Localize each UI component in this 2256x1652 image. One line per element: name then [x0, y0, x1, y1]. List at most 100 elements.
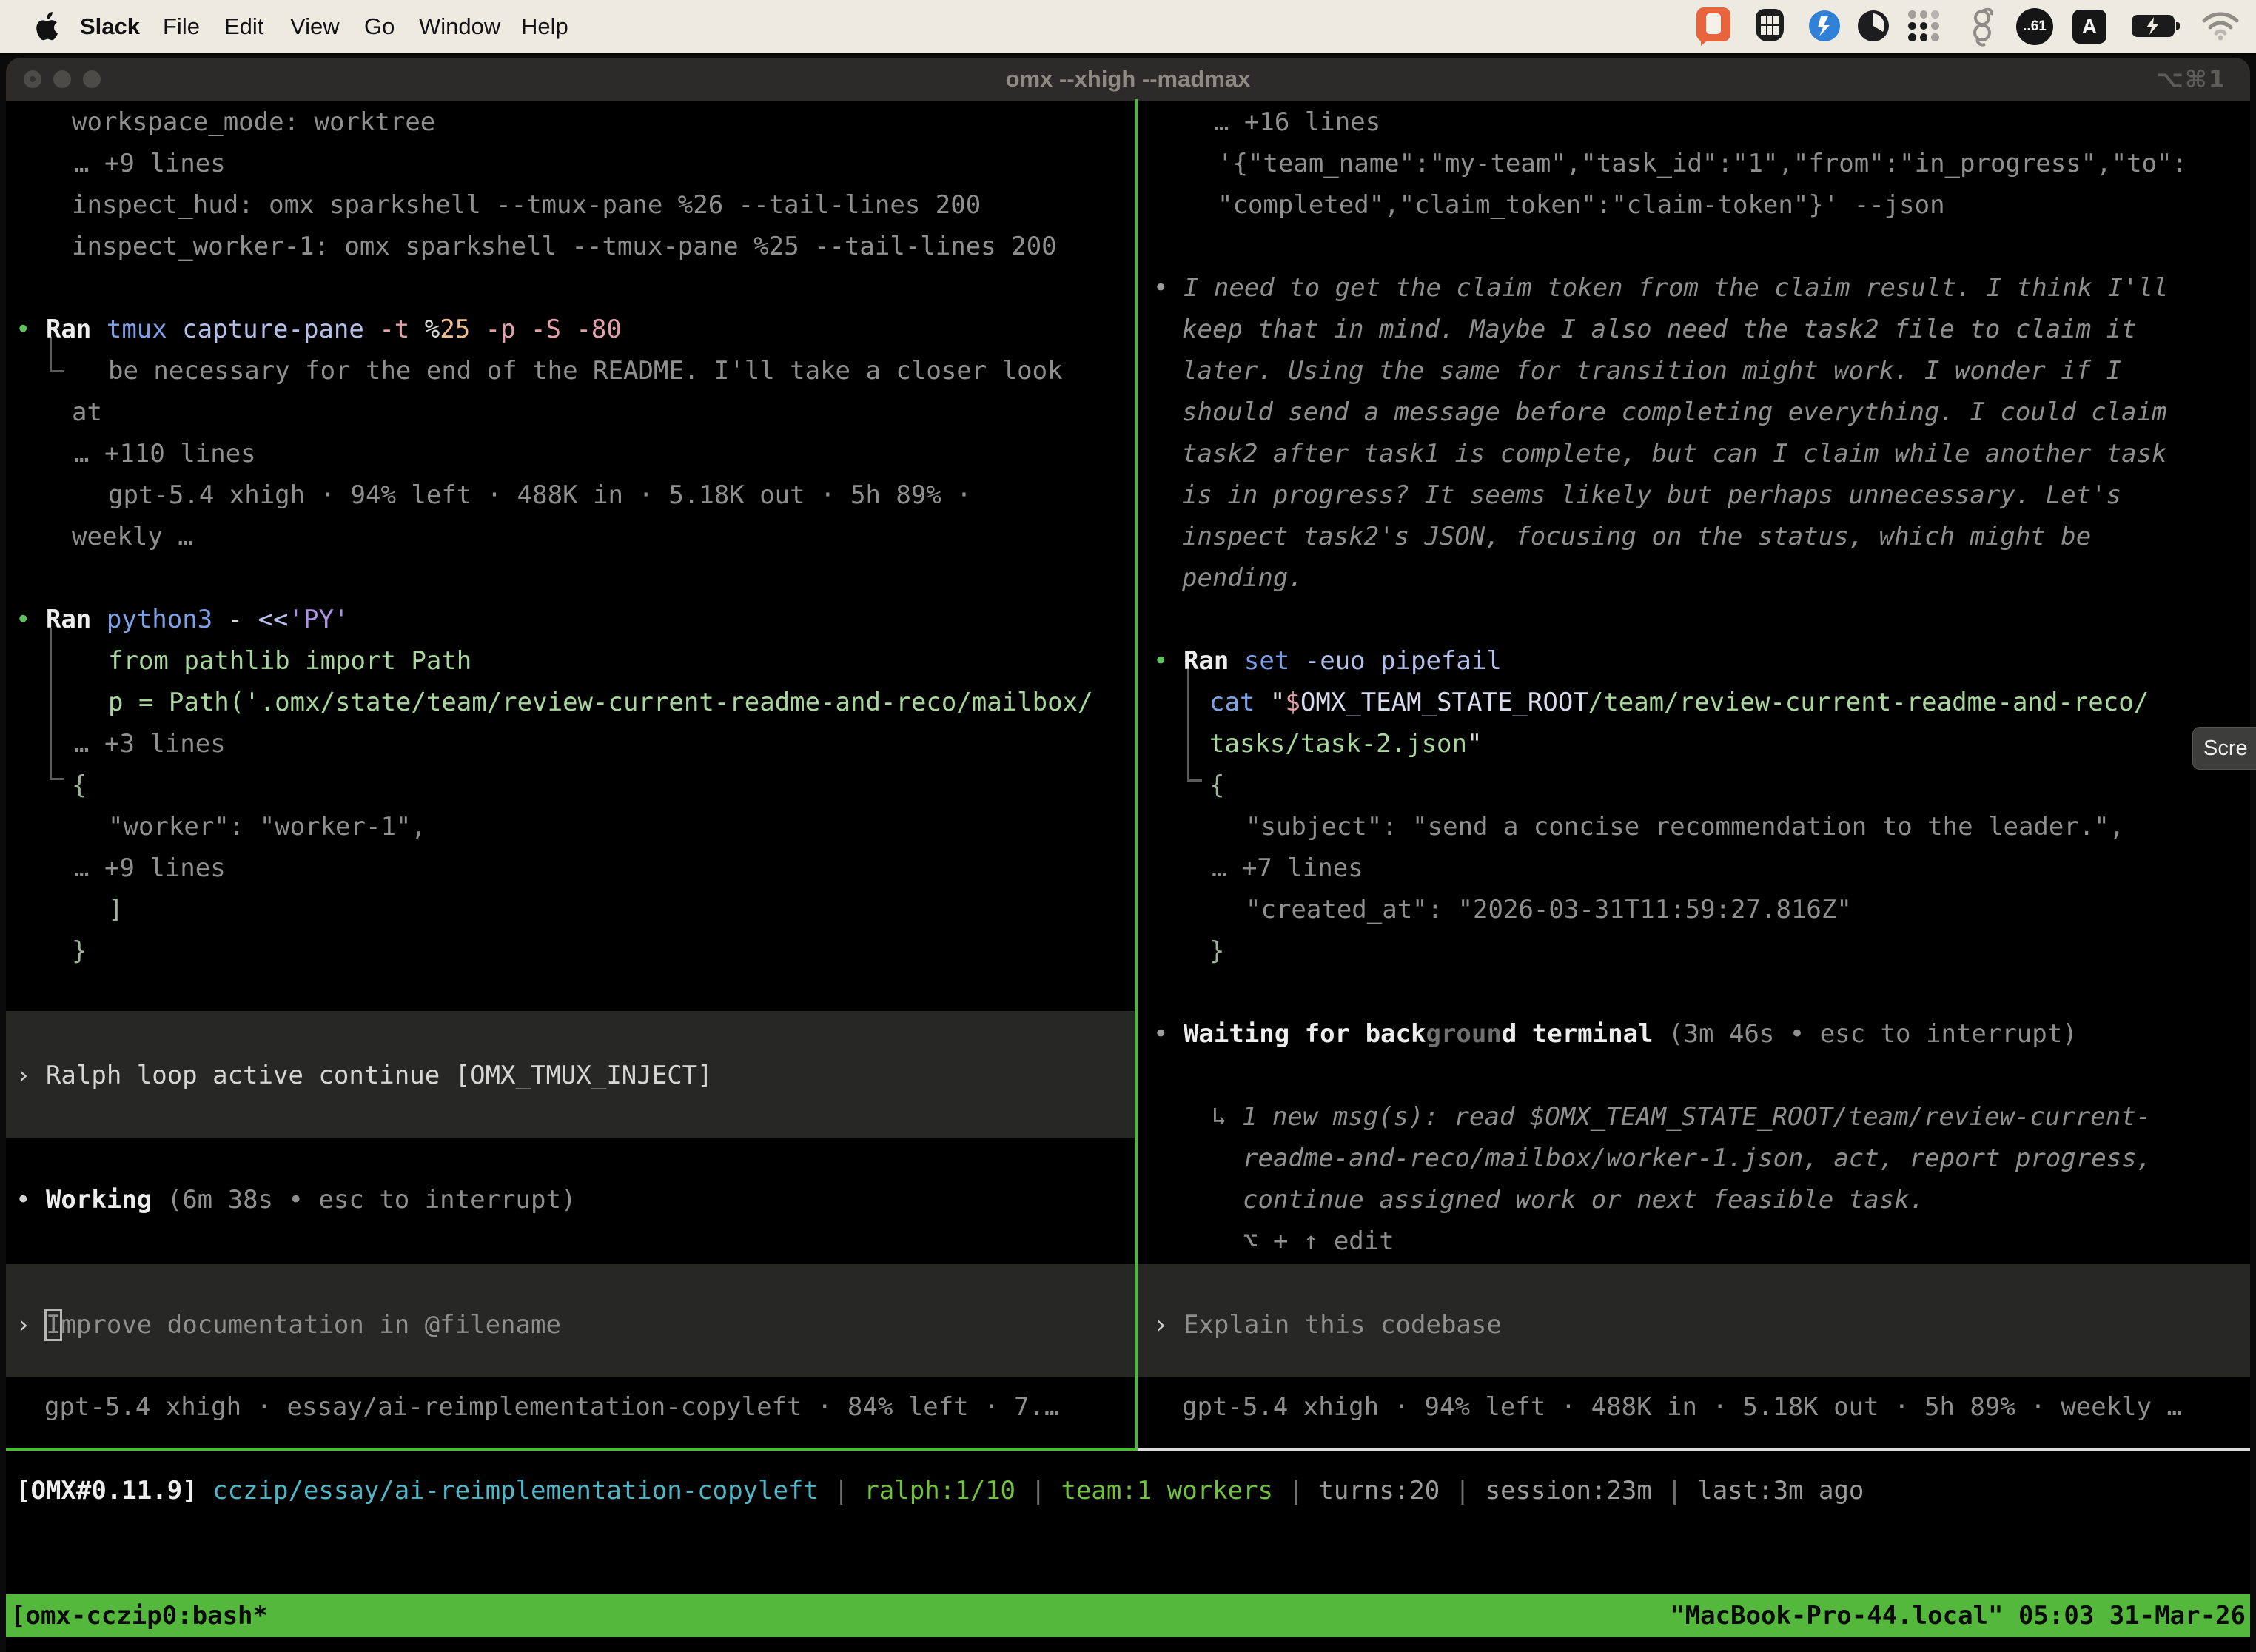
terminal-text-segment: •: [16, 315, 46, 344]
tmux-host-clock: "MacBook-Pro-44.local" 05:03 31-Mar-26: [1670, 1594, 2246, 1637]
grid-icon[interactable]: [1908, 10, 1939, 41]
terminal-text-segment: task2 after task1 is complete, but can I…: [1182, 439, 2167, 469]
terminal-line: gpt-5.4 xhigh · 94% left · 488K in · 5.1…: [108, 474, 972, 516]
terminal-text-segment: -t: [379, 315, 424, 344]
tmux-window-item[interactable]: [omx-cczip0:bash*: [10, 1594, 268, 1637]
input-source-icon[interactable]: A: [2072, 10, 2106, 44]
menu-item-view[interactable]: View: [290, 0, 340, 53]
terminal-text-segment: Explain this codebase: [1184, 1310, 1502, 1340]
terminal-text-segment: OMX_TEAM_STATE_ROOT: [1300, 688, 1588, 717]
terminal-line: }: [1209, 930, 1224, 972]
apple-menu-icon[interactable]: [34, 12, 59, 41]
terminal-line: "created_at": "2026-03-31T11:59:27.816Z": [1246, 889, 1852, 930]
screen-tooltip: Scre: [2192, 727, 2256, 770]
terminal-line: from pathlib import Path: [108, 640, 471, 682]
terminal-line: inspect_hud: omx sparkshell --tmux-pane …: [72, 184, 981, 226]
terminal-text-segment: "completed","claim_token":"claim-token"}…: [1218, 190, 1945, 220]
terminal-text-segment: … +7 lines: [1212, 853, 1363, 883]
input-source-label: A: [2072, 10, 2106, 44]
menu-item-file[interactable]: File: [163, 0, 200, 53]
terminal-line: ]: [108, 889, 123, 930]
terminal-text-segment: be necessary for the end of the README. …: [108, 356, 1063, 386]
terminal-text-segment: tmux: [107, 315, 182, 344]
terminal-line: later. Using the same for transition mig…: [1182, 350, 2121, 392]
terminal-text-segment: •: [16, 1185, 46, 1215]
terminal-text-segment: |: [1031, 1476, 1061, 1505]
terminal-line: • I need to get the claim token from the…: [1153, 267, 2169, 309]
terminal-line: p = Path('.omx/state/team/review-current…: [108, 682, 1093, 723]
terminal-text-segment: readme-and-reco/mailbox/worker-1.json, a…: [1243, 1144, 2152, 1173]
terminal-line: '{"team_name":"my-team","task_id":"1","f…: [1218, 143, 2187, 184]
terminal-text-segment: ": [1270, 688, 1285, 717]
terminal-text-segment: d terminal: [1502, 1019, 1668, 1049]
shield-icon[interactable]: [1756, 9, 1784, 41]
terminal-text-segment: tasks/task-2.json: [1209, 729, 1467, 759]
terminal-text-segment: "created_at": "2026-03-31T11:59:27.816Z": [1246, 895, 1852, 924]
terminal-text-segment: weekly …: [72, 522, 193, 551]
terminal-text-segment: I need to get the claim token from the c…: [1184, 273, 2169, 303]
terminal-text-segment: 1 new msg(s): read $OMX_TEAM_STATE_ROOT/…: [1242, 1102, 2151, 1132]
terminal-content: workspace_mode: worktree… +9 linesinspec…: [6, 58, 2250, 1652]
terminal-line: … +7 lines: [1212, 847, 1363, 889]
pie-icon[interactable]: [1855, 7, 1892, 44]
terminal-text-segment: ralph:1/10: [864, 1476, 1030, 1505]
menu-item-edit[interactable]: Edit: [224, 0, 263, 53]
terminal-text-segment: (3m 46s • esc to interrupt): [1668, 1019, 2078, 1049]
terminal-line: tasks/task-2.json": [1209, 723, 1482, 765]
terminal-text-segment: Ran: [1184, 646, 1244, 676]
terminal-text-segment: groun: [1426, 1019, 1501, 1049]
badge-61-icon[interactable]: ..61: [2016, 8, 2053, 45]
terminal-text-segment: •: [1153, 273, 1184, 303]
seal-icon[interactable]: [1806, 7, 1843, 44]
terminal-line: at: [72, 392, 102, 433]
terminal-text-segment: last:3m ago: [1697, 1476, 1864, 1505]
pane-border[interactable]: [6, 1448, 1135, 1451]
terminal-text-segment: later. Using the same for transition mig…: [1182, 356, 2121, 386]
menu-item-slack[interactable]: Slack: [80, 0, 140, 53]
terminal-text-segment: workspace_mode: worktree: [72, 107, 435, 137]
terminal-line: • Ran tmux capture-pane -t %25 -p -S -80: [16, 309, 622, 350]
terminal-line: should send a message before completing …: [1182, 392, 2167, 433]
squiggle-icon[interactable]: [1967, 6, 1997, 47]
text-cursor[interactable]: I: [46, 1310, 61, 1340]
output-connector: [1187, 669, 1202, 782]
terminal-text-segment: <<: [258, 605, 289, 634]
terminal-text-segment: python3: [107, 605, 228, 634]
battery-icon[interactable]: [2132, 15, 2175, 37]
chat-icon[interactable]: [1696, 7, 1730, 41]
screen: omx --xhigh --madmax ⌥⌘1 workspace_mode:…: [0, 0, 2256, 1652]
left-prompt-input[interactable]: › Improve documentation in @filename: [16, 1304, 561, 1346]
wifi-icon[interactable]: [2200, 9, 2241, 41]
waiting-status: • Waiting for background terminal (3m 46…: [1153, 1013, 2078, 1055]
terminal-text-segment: mprove documentation in @filename: [61, 1310, 561, 1340]
terminal-text-segment: Ran: [46, 315, 107, 344]
terminal-text-segment: ›: [16, 1310, 46, 1340]
terminal-text-segment: |: [1289, 1476, 1319, 1505]
badge-61-label: ..61: [2016, 8, 2053, 45]
terminal-text-segment: continue assigned work or next feasible …: [1243, 1185, 1924, 1215]
menu-item-help[interactable]: Help: [521, 0, 568, 53]
menu-item-window[interactable]: Window: [419, 0, 500, 53]
pane-border[interactable]: [1138, 1448, 2250, 1451]
right-prompt-input[interactable]: › Explain this codebase: [1153, 1304, 1502, 1346]
terminal-window: omx --xhigh --madmax ⌥⌘1 workspace_mode:…: [6, 58, 2250, 1652]
output-connector: [50, 628, 64, 780]
terminal-text-segment: at: [72, 397, 102, 427]
terminal-text-segment: }: [1209, 936, 1224, 966]
terminal-line: … +110 lines: [74, 433, 256, 474]
ralph-loop-status: › Ralph loop active continue [OMX_TMUX_I…: [16, 1055, 713, 1096]
terminal-text-segment: Ran: [46, 605, 107, 634]
terminal-text-segment: should send a message before completing …: [1182, 397, 2167, 427]
terminal-text-segment: pending.: [1182, 563, 1303, 593]
terminal-line: workspace_mode: worktree: [72, 101, 435, 143]
terminal-text-segment: … +3 lines: [74, 729, 226, 759]
pane-border[interactable]: [1135, 99, 1138, 1451]
terminal-line: {: [72, 765, 87, 806]
terminal-text-segment: -euo pipefail: [1305, 646, 1502, 676]
terminal-text-segment: p = Path('.omx/state/team/review-current…: [108, 688, 1093, 717]
terminal-line: • Ran python3 - <<'PY': [16, 599, 349, 640]
terminal-line: cat "$OMX_TEAM_STATE_ROOT/team/review-cu…: [1209, 682, 2149, 723]
menu-item-go[interactable]: Go: [364, 0, 395, 53]
terminal-text-segment: "worker": "worker-1",: [108, 812, 426, 842]
terminal-text-segment: |: [1667, 1476, 1697, 1505]
